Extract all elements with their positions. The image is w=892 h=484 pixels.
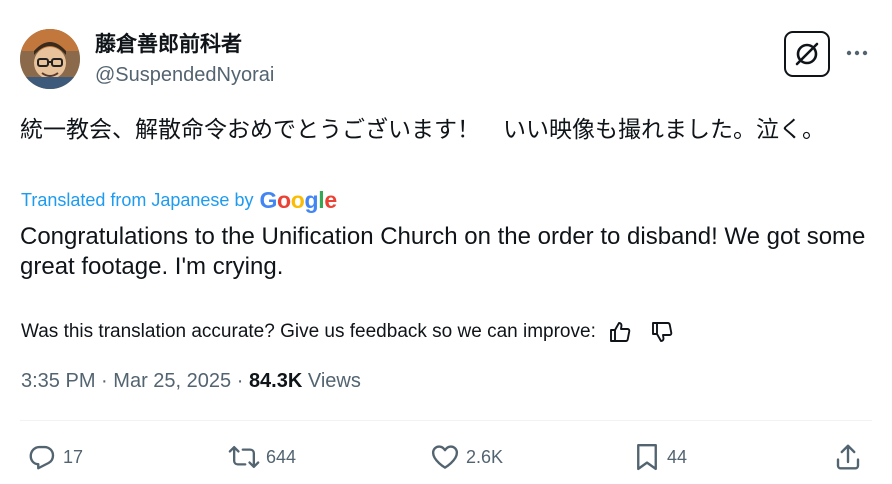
views-label: Views bbox=[307, 370, 361, 392]
avatar-image bbox=[20, 29, 80, 89]
display-name[interactable]: 藤倉善郎前科者 bbox=[95, 31, 242, 59]
bookmark-button[interactable]: 44 bbox=[633, 440, 687, 474]
thumbs-up-icon bbox=[609, 322, 631, 342]
translated-label: Translated from Japanese by bbox=[21, 189, 254, 210]
tweet-text: 統一教会、解散命令おめでとうございます！ いい映像も撮れました。泣く。 bbox=[20, 116, 825, 142]
reply-button[interactable]: 17 bbox=[27, 440, 83, 474]
google-logo: Google bbox=[259, 187, 337, 213]
meta-separator: · bbox=[236, 370, 244, 392]
repost-count: 644 bbox=[266, 446, 297, 467]
thumbs-up-button[interactable] bbox=[606, 318, 634, 346]
translation-attribution[interactable]: Translated from Japanese by Google bbox=[21, 188, 337, 212]
more-icon bbox=[846, 50, 868, 56]
translation-feedback: Was this translation accurate? Give us f… bbox=[21, 318, 676, 346]
reply-count: 17 bbox=[63, 446, 84, 467]
avatar[interactable] bbox=[20, 29, 80, 89]
more-button[interactable] bbox=[844, 41, 870, 65]
like-count: 2.6K bbox=[466, 446, 504, 467]
tweet-meta: 3:35 PM · Mar 25, 2025 · 84.3K Views bbox=[21, 370, 361, 393]
bookmark-count: 44 bbox=[667, 446, 688, 467]
repost-icon bbox=[228, 445, 260, 469]
grok-button[interactable] bbox=[784, 31, 830, 77]
like-button[interactable]: 2.6K bbox=[430, 440, 503, 474]
share-button[interactable] bbox=[833, 440, 863, 474]
reply-icon bbox=[29, 445, 55, 470]
repost-button[interactable]: 644 bbox=[228, 440, 296, 474]
translated-text: Congratulations to the Unification Churc… bbox=[20, 223, 866, 280]
divider bbox=[20, 420, 872, 421]
feedback-question: Was this translation accurate? Give us f… bbox=[21, 321, 596, 342]
share-icon bbox=[836, 444, 860, 470]
views-count[interactable]: 84.3K bbox=[249, 370, 302, 392]
grok-icon bbox=[795, 42, 819, 66]
bookmark-icon bbox=[637, 443, 657, 471]
tweet-time[interactable]: 3:35 PM bbox=[21, 370, 95, 392]
heart-icon bbox=[431, 445, 459, 469]
meta-separator: · bbox=[101, 370, 108, 392]
user-handle[interactable]: @SuspendedNyorai bbox=[95, 62, 274, 88]
thumbs-down-button[interactable] bbox=[648, 318, 676, 346]
tweet-date[interactable]: Mar 25, 2025 bbox=[113, 370, 231, 392]
thumbs-down-icon bbox=[651, 322, 673, 342]
